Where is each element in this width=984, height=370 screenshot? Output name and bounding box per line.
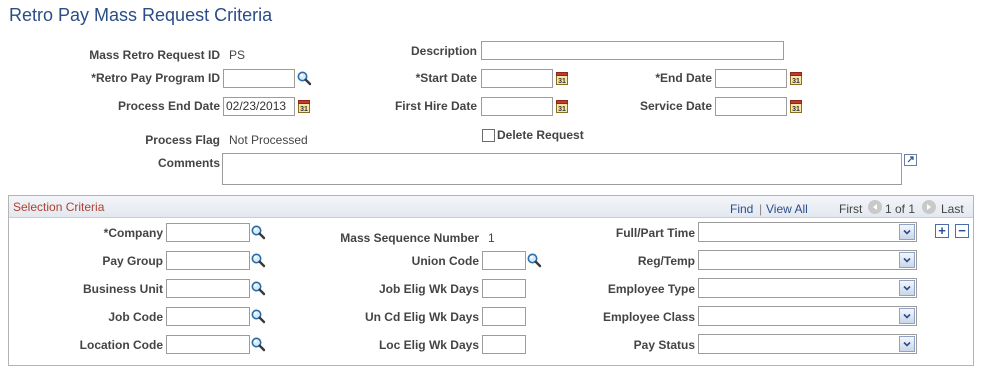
employee-type-label: Employee Type: [607, 282, 695, 296]
first-hire-date-label: First Hire Date: [394, 99, 477, 113]
start-date-label: *Start Date: [415, 71, 477, 85]
full-part-time-select[interactable]: [698, 222, 917, 242]
mass-sequence-number-label: Mass Sequence Number: [340, 231, 479, 245]
comments-label: Comments: [157, 156, 220, 170]
union-code-input[interactable]: [482, 251, 526, 270]
pay-status-select[interactable]: [698, 334, 917, 354]
delete-row-button[interactable]: −: [955, 224, 969, 238]
employee-class-label: Employee Class: [602, 310, 695, 324]
un-cd-elig-wk-days-label: Un Cd Elig Wk Days: [364, 310, 479, 324]
reg-temp-select[interactable]: [698, 250, 917, 270]
last-label[interactable]: Last: [941, 202, 964, 216]
business-unit-input[interactable]: [166, 279, 250, 298]
service-date-label: Service Date: [639, 99, 712, 113]
full-part-time-label: Full/Part Time: [615, 226, 695, 240]
retro-pay-program-id-label: *Retro Pay Program ID: [91, 71, 220, 85]
calendar-icon[interactable]: [298, 99, 310, 113]
comments-textarea[interactable]: [222, 153, 902, 185]
calendar-icon[interactable]: [556, 71, 568, 85]
job-elig-wk-days-label: Job Elig Wk Days: [378, 282, 479, 296]
reg-temp-label: Reg/Temp: [637, 254, 695, 268]
union-code-label: Union Code: [411, 254, 479, 268]
magnifier-icon[interactable]: [250, 308, 266, 324]
chevron-down-icon[interactable]: [899, 308, 915, 324]
add-row-button[interactable]: +: [935, 224, 949, 238]
row-range: 1 of 1: [885, 202, 916, 216]
calendar-icon[interactable]: [790, 99, 802, 113]
pay-group-input[interactable]: [166, 251, 250, 270]
magnifier-icon[interactable]: [250, 280, 266, 296]
previous-row-icon[interactable]: [868, 200, 882, 214]
employee-type-select[interactable]: [698, 278, 917, 298]
description-input[interactable]: [481, 41, 784, 60]
process-flag-value: Not Processed: [229, 133, 308, 147]
chevron-down-icon[interactable]: [899, 280, 915, 296]
calendar-icon[interactable]: [790, 71, 802, 85]
un-cd-elig-wk-days-input[interactable]: [482, 307, 526, 326]
process-flag-label: Process Flag: [145, 133, 220, 147]
job-code-label: Job Code: [108, 310, 163, 324]
delete-request-label: Delete Request: [497, 128, 584, 142]
pay-status-label: Pay Status: [633, 338, 695, 352]
delete-request-checkbox[interactable]: [482, 129, 495, 142]
retro-pay-program-id-input[interactable]: [223, 69, 295, 88]
loc-elig-wk-days-label: Loc Elig Wk Days: [378, 338, 479, 352]
end-date-input[interactable]: [715, 69, 787, 88]
mass-retro-request-id-label: Mass Retro Request ID: [89, 48, 220, 62]
magnifier-icon[interactable]: [526, 252, 542, 268]
mass-retro-request-id-value: PS: [229, 48, 246, 62]
loc-elig-wk-days-input[interactable]: [482, 335, 526, 354]
description-label: Description: [410, 44, 477, 58]
service-date-input[interactable]: [715, 97, 787, 116]
selection-criteria-header: Selection Criteria Find | View All First…: [9, 196, 973, 218]
magnifier-icon[interactable]: [250, 252, 266, 268]
location-code-label: Location Code: [79, 338, 163, 352]
find-link[interactable]: Find: [730, 202, 753, 216]
chevron-down-icon[interactable]: [899, 336, 915, 352]
magnifier-icon[interactable]: [250, 224, 266, 240]
magnifier-icon[interactable]: [250, 336, 266, 352]
process-end-date-label: Process End Date: [117, 99, 220, 113]
selection-criteria-title: Selection Criteria: [13, 200, 105, 214]
job-elig-wk-days-input[interactable]: [482, 279, 526, 298]
magnifier-icon[interactable]: [296, 70, 312, 86]
location-code-input[interactable]: [166, 335, 250, 354]
mass-sequence-number-value: 1: [488, 231, 495, 245]
business-unit-label: Business Unit: [82, 282, 163, 296]
calendar-icon[interactable]: [556, 99, 568, 113]
end-date-label: *End Date: [655, 71, 712, 85]
page-title: Retro Pay Mass Request Criteria: [9, 5, 273, 25]
view-all-link[interactable]: View All: [766, 202, 808, 216]
employee-class-select[interactable]: [698, 306, 917, 326]
chevron-down-icon[interactable]: [899, 224, 915, 240]
company-label: *Company: [103, 226, 163, 240]
first-label[interactable]: First: [839, 202, 862, 216]
job-code-input[interactable]: [166, 307, 250, 326]
process-end-date-input[interactable]: 02/23/2013: [223, 97, 295, 116]
next-row-icon[interactable]: [922, 200, 936, 214]
company-input[interactable]: [166, 223, 250, 242]
start-date-input[interactable]: [481, 69, 553, 88]
pay-group-label: Pay Group: [102, 254, 163, 268]
first-hire-date-input[interactable]: [481, 97, 553, 116]
link-separator: |: [759, 202, 763, 216]
chevron-down-icon[interactable]: [899, 252, 915, 268]
expand-icon[interactable]: [904, 154, 917, 166]
